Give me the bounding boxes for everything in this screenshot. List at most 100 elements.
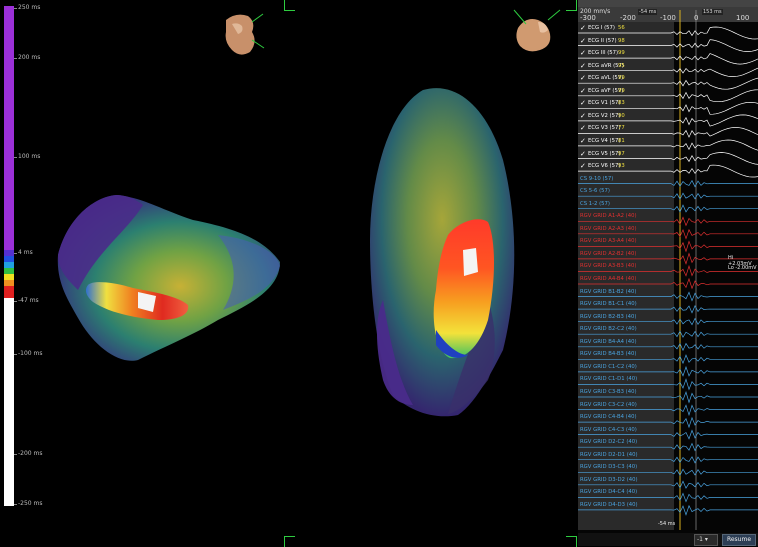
page-select-value: -1 <box>697 536 703 543</box>
map-viewport[interactable] <box>18 0 578 547</box>
channel-label: RGV GRID B4-B3 (40) <box>580 351 637 358</box>
channel-label: RGV GRID D4-D3 (40) <box>580 501 638 508</box>
channel-label: ECG V6 (57) <box>588 163 621 170</box>
channel-row[interactable]: RGV GRID D2-C2 (40) <box>578 438 758 450</box>
check-icon[interactable]: ✓ <box>580 137 586 145</box>
channel-row[interactable]: ✓ ECG aVR (57) 95 <box>578 62 758 74</box>
channel-value: 99 <box>618 75 625 82</box>
channel-value: 90 <box>618 112 625 119</box>
channel-row[interactable]: RGV GRID D4-D3 (40) <box>578 501 758 513</box>
channel-row[interactable]: RGV GRID C1-C2 (40) <box>578 363 758 375</box>
anatomy-shell-left <box>57 195 280 361</box>
channel-value: 93 <box>618 163 625 170</box>
channel-label: RGV GRID C1-D1 (40) <box>580 376 638 383</box>
channel-row[interactable]: RGV GRID B1-B2 (40) <box>578 288 758 300</box>
channel-label: RGV GRID A1-A2 (40) <box>580 213 637 220</box>
check-icon[interactable]: ✓ <box>580 150 586 158</box>
channel-label: ECG III (57) <box>588 50 619 57</box>
channel-row[interactable]: ✓ ECG II (57) 98 <box>578 37 758 49</box>
channel-row[interactable]: RGV GRID D3-D2 (40) <box>578 476 758 488</box>
check-icon[interactable]: ✓ <box>580 112 586 120</box>
channel-row[interactable]: ✓ ECG V4 (57) 81 <box>578 137 758 149</box>
channel-label: RGV GRID A4-B4 (40) <box>580 276 637 282</box>
lo-amplitude-label: Lo -2.00mV <box>728 265 757 271</box>
orientation-head-left <box>225 13 265 55</box>
channel-value: 95 <box>618 62 625 69</box>
channel-label: RGV GRID C3-B3 (40) <box>580 388 637 395</box>
channel-value: 81 <box>618 137 625 144</box>
channel-label: CS 9-10 (57) <box>580 175 614 182</box>
scale-segment-late <box>4 6 14 250</box>
channel-row[interactable]: RGV GRID C4-C3 (40) <box>578 426 758 438</box>
check-icon[interactable]: ✓ <box>580 74 586 82</box>
signals-panel[interactable]: 200 mm/s -54 ms 153 ms -300-200-1000100 … <box>578 0 758 533</box>
channel-row[interactable]: CS 1-2 (57) <box>578 200 758 212</box>
channel-label: RGV GRID A3-B3 (40) <box>580 263 637 270</box>
channel-label: RGV GRID B4-A4 (40) <box>580 338 637 345</box>
check-icon[interactable]: ✓ <box>580 99 586 107</box>
channel-row[interactable]: CS 9-10 (57) <box>578 175 758 187</box>
channel-label: RGV GRID C4-B4 (40) <box>580 414 637 421</box>
channel-row[interactable]: RGV GRID A4-B4 (40) <box>578 275 758 287</box>
channel-label: RGV GRID D3-D2 (40) <box>580 476 638 483</box>
channel-row[interactable]: RGV GRID C3-B3 (40) <box>578 388 758 400</box>
channel-row[interactable]: RGV GRID C1-D1 (40) <box>578 375 758 387</box>
channel-label: RGV GRID D4-C4 (40) <box>580 489 638 496</box>
activation-color-scale <box>4 6 14 506</box>
channel-value: 98 <box>618 37 625 44</box>
bottom-time-label: -54 ms <box>658 521 676 527</box>
channel-label: RGV GRID D2-C2 (40) <box>580 439 638 446</box>
channel-label: RGV GRID C1-C2 (40) <box>580 363 637 370</box>
channel-label: ECG I (57) <box>588 25 615 31</box>
channel-row[interactable]: ✓ ECG aVF (57) 99 <box>578 87 758 99</box>
channel-label: RGV GRID D2-D1 (40) <box>580 451 638 458</box>
check-icon[interactable]: ✓ <box>580 124 586 132</box>
channel-row[interactable]: RGV GRID B4-A4 (40) <box>578 338 758 350</box>
channel-label: RGV GRID B2-B3 (40) <box>580 313 637 320</box>
channel-label: RGV GRID A3-A4 (40) <box>580 238 637 245</box>
channel-label: RGV GRID D3-C3 (40) <box>580 464 638 471</box>
channel-row[interactable]: RGV GRID B1-C1 (40) <box>578 300 758 312</box>
check-icon[interactable]: ✓ <box>580 162 586 170</box>
channel-value: 56 <box>618 25 625 31</box>
check-icon[interactable]: ✓ <box>580 37 586 45</box>
channel-row[interactable]: RGV GRID D2-D1 (40) <box>578 451 758 463</box>
channel-row[interactable]: RGV GRID C4-B4 (40) <box>578 413 758 425</box>
channel-row[interactable]: RGV GRID A1-A2 (40) <box>578 212 758 224</box>
channel-label: RGV GRID C4-C3 (40) <box>580 426 637 433</box>
channel-label: RGV GRID B1-C1 (40) <box>580 301 637 308</box>
channel-row[interactable]: RGV GRID A2-A3 (40) <box>578 225 758 237</box>
channel-row[interactable]: RGV GRID B4-B3 (40) <box>578 350 758 362</box>
map-svg <box>57 9 561 417</box>
channel-row[interactable]: RGV GRID D3-C3 (40) <box>578 463 758 475</box>
channel-row[interactable]: ✓ ECG V2 (57) 90 <box>578 112 758 124</box>
channel-row[interactable]: ✓ ECG III (57) 99 <box>578 49 758 61</box>
channel-value: 99 <box>618 50 625 57</box>
channel-label: ECG V3 (57) <box>588 125 621 132</box>
channel-value: 97 <box>618 150 625 157</box>
check-icon[interactable]: ✓ <box>580 87 586 95</box>
channel-row[interactable]: RGV GRID B2-C2 (40) <box>578 325 758 337</box>
channel-row[interactable]: RGV GRID A3-A4 (40) <box>578 237 758 249</box>
channel-row[interactable]: ✓ ECG V5 (57) 97 <box>578 150 758 162</box>
channel-row[interactable]: CS 5-6 (57) <box>578 187 758 199</box>
channel-label: RGV GRID A2-B2 (40) <box>580 250 637 257</box>
channel-row[interactable]: ✓ ECG V1 (57) 83 <box>578 99 758 111</box>
channel-row[interactable]: RGV GRID D4-C4 (40) <box>578 488 758 500</box>
channel-label: RGV GRID A2-A3 (40) <box>580 225 637 232</box>
channel-row[interactable]: ✓ ECG V3 (57) 77 <box>578 124 758 136</box>
resume-button[interactable]: Resume <box>722 534 756 546</box>
channel-row[interactable]: ✓ ECG I (57) 56 <box>578 24 758 36</box>
channel-value: 83 <box>618 100 625 107</box>
channel-label: ECG II (57) <box>588 37 617 44</box>
channel-row[interactable]: ✓ ECG aVL (57) 99 <box>578 74 758 86</box>
channel-row[interactable]: RGV GRID B2-B3 (40) <box>578 313 758 325</box>
check-icon[interactable]: ✓ <box>580 62 586 70</box>
check-icon[interactable]: ✓ <box>580 49 586 57</box>
scale-segment-early <box>4 286 14 298</box>
channel-label: CS 1-2 (57) <box>580 200 610 207</box>
channel-row[interactable]: RGV GRID C3-C2 (40) <box>578 401 758 413</box>
check-icon[interactable]: ✓ <box>580 24 586 32</box>
page-select[interactable]: -1 ▾ <box>694 534 718 546</box>
channel-row[interactable]: ✓ ECG V6 (57) 93 <box>578 162 758 174</box>
